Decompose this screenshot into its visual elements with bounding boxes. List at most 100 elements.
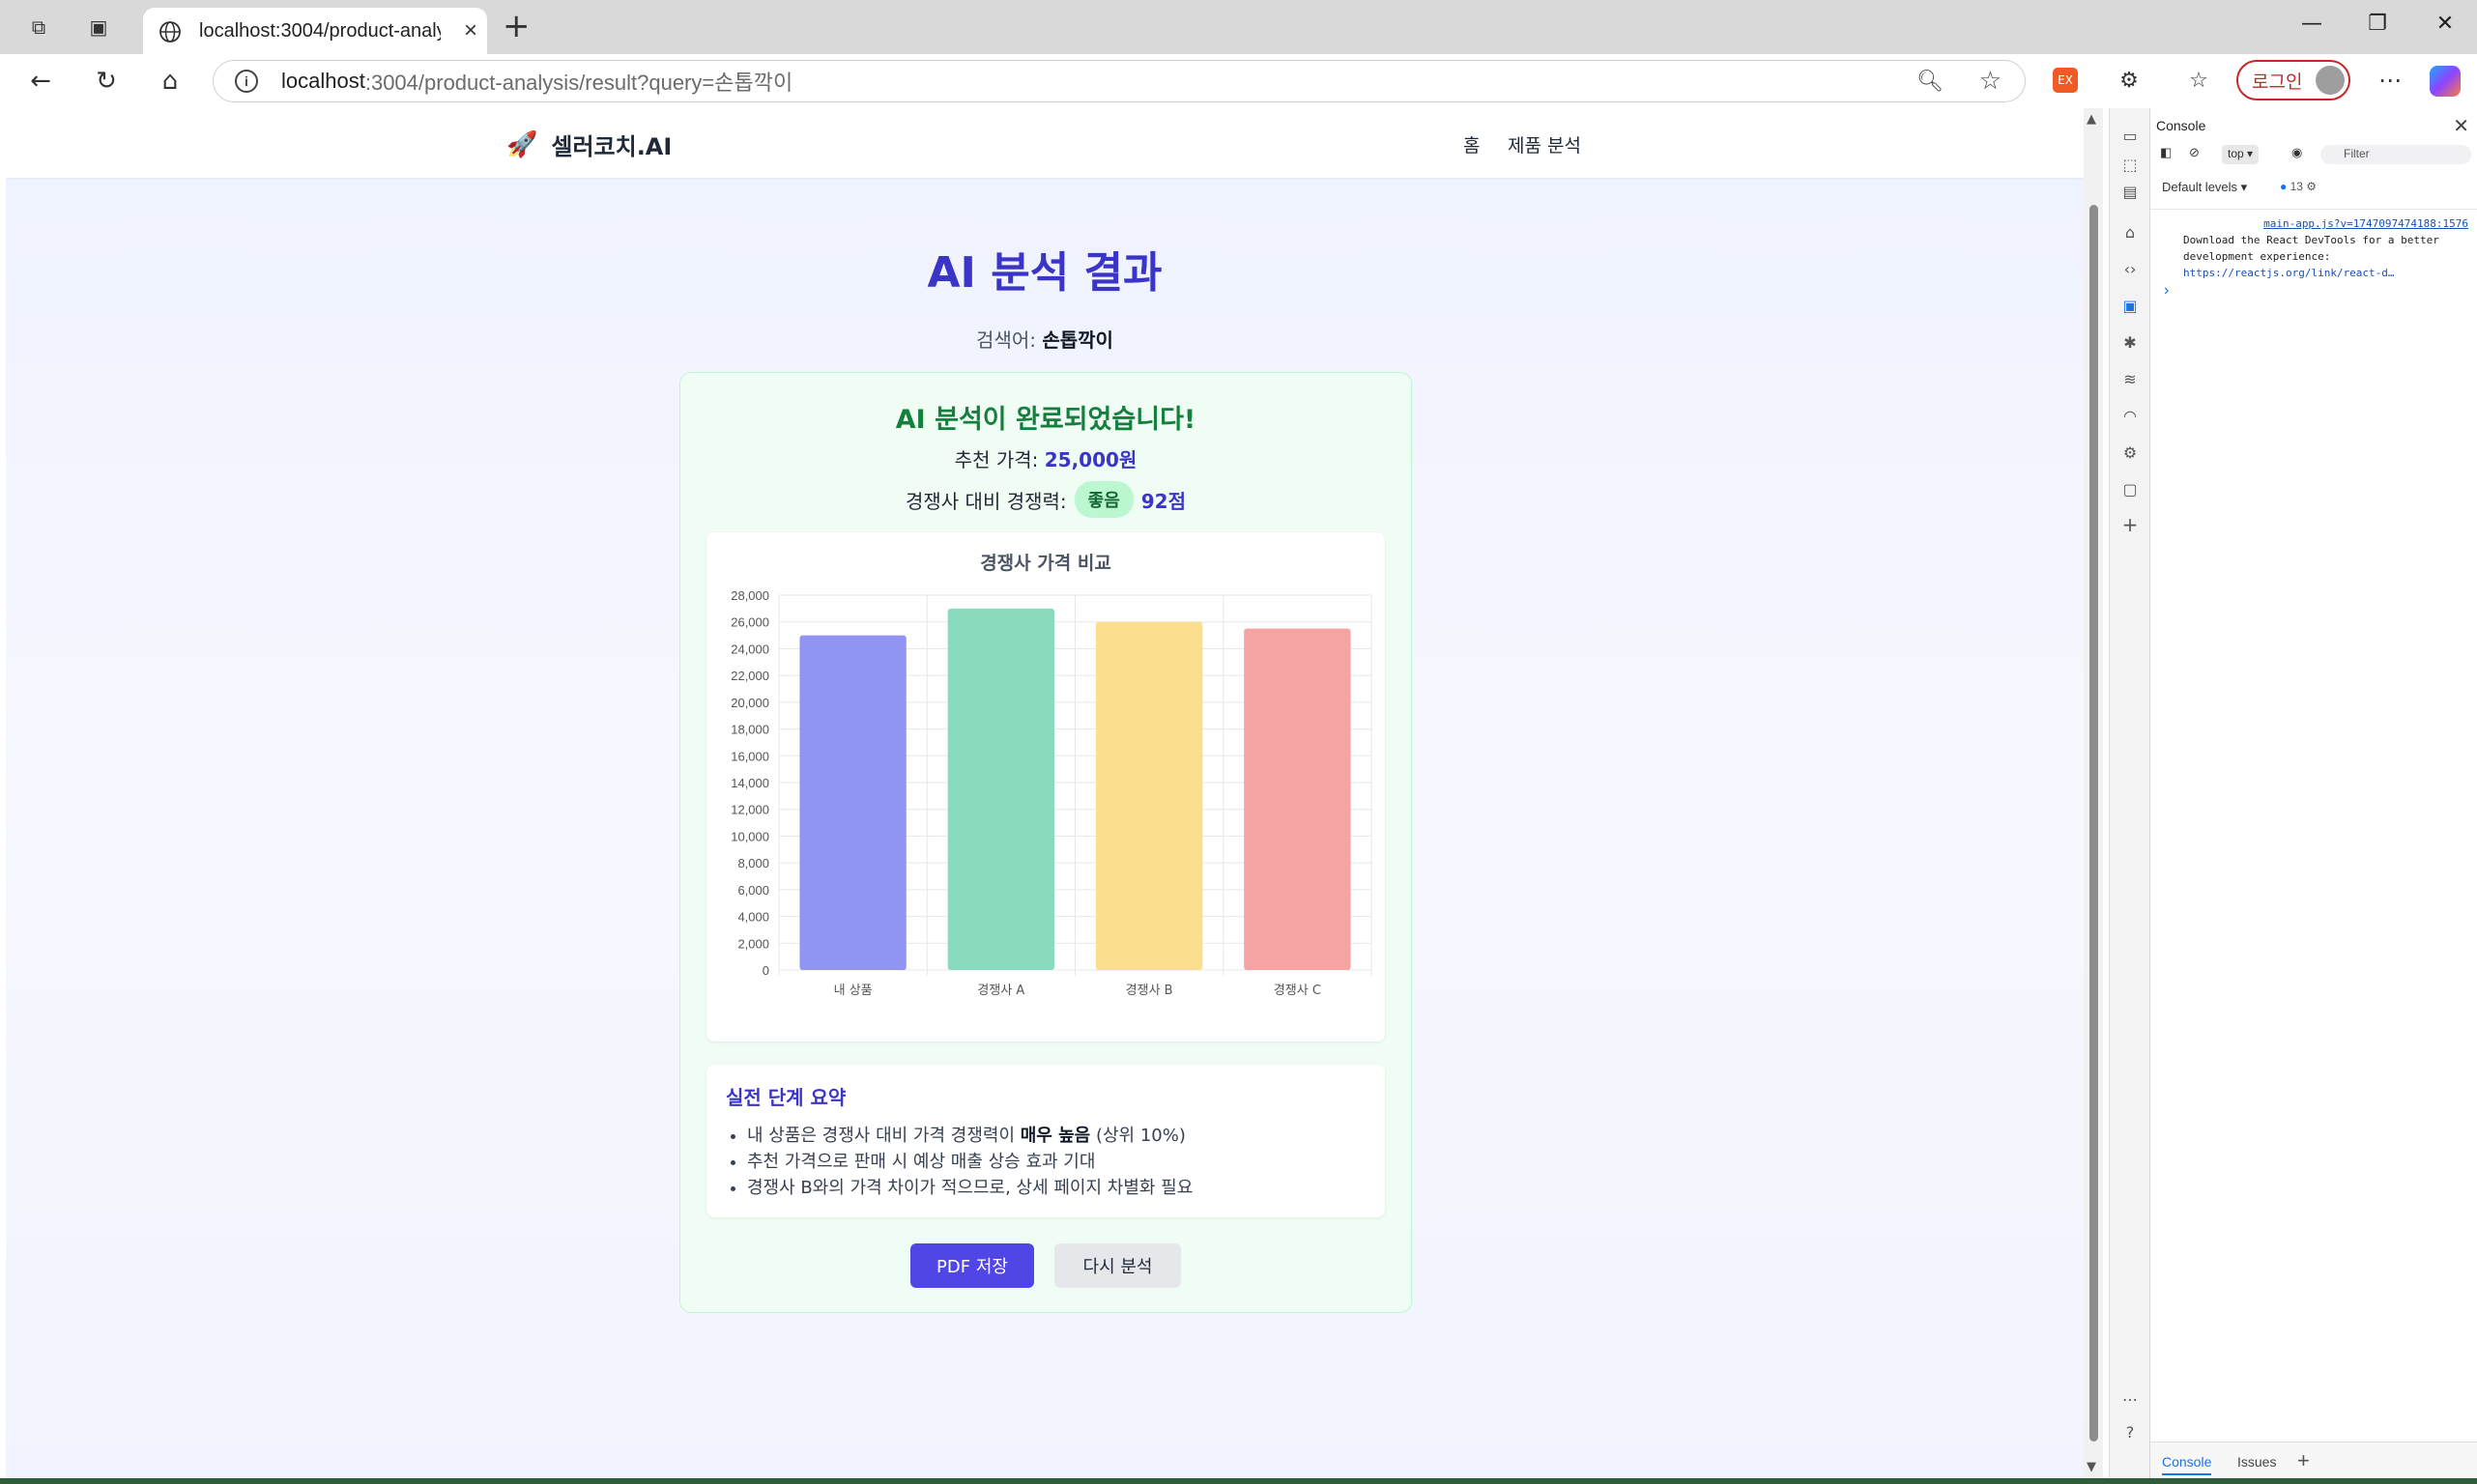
x-tick-label: 내 상품 [834,984,873,998]
competitiveness-line: 경쟁사 대비 경쟁력: 좋음 92점 [680,481,1411,518]
sidebar-toggle-icon[interactable]: ◧ [2160,145,2172,160]
minimize-icon[interactable]: — [2292,12,2331,36]
drawer-tab-issues[interactable]: Issues [2237,1454,2276,1470]
reanalyze-button[interactable]: 다시 분석 [1054,1243,1181,1288]
issues-counter[interactable]: ● 13 ⚙ [2280,180,2317,193]
y-tick-label: 28,000 [731,588,769,603]
back-icon[interactable]: ← [23,64,58,99]
pdf-save-button[interactable]: PDF 저장 [910,1243,1034,1288]
reload-icon[interactable]: ↻ [89,64,124,99]
price-value: 25,000원 [1044,448,1138,471]
log-message: Download the React DevTools for a better… [2183,234,2439,263]
scroll-up-icon[interactable]: ▲ [2087,112,2096,127]
y-tick-label: 10,000 [731,829,769,843]
site-header: 🚀 셀러코치.AI 홈 제품 분석 [6,108,2084,178]
context-select[interactable]: top ▾ [2222,145,2260,164]
address-bar[interactable]: i localhost:3004/product-analysis/result… [213,60,2026,102]
welcome-home-icon[interactable]: ⌂ [2119,222,2141,243]
scroll-down-icon[interactable]: ▼ [2087,1460,2096,1474]
devtools-console-panel: Console ✕ ◧ ⊘ top ▾ ◉ Filter Default lev… [2149,108,2477,1478]
page-scrollbar[interactable]: ▲ ▼ [2084,108,2103,1478]
inspect-icon[interactable]: ⬚ [2119,155,2141,176]
url-host: localhost [281,69,365,93]
scrollbar-thumb[interactable] [2089,205,2098,1441]
zoom-icon[interactable]: 🔍︎ [1916,69,1944,94]
taskbar-edge [0,1478,2477,1484]
completion-message: AI 분석이 완료되었습니다! [895,405,1196,435]
y-tick-label: 0 [763,963,769,978]
log-levels-select[interactable]: Default levels ▾ [2162,180,2247,195]
extension-ex-icon[interactable]: EX [2053,68,2078,93]
console-icon[interactable]: ▣ [2119,296,2141,317]
restore-icon[interactable]: ❐ [2358,12,2397,36]
window-close-icon[interactable]: ✕ [2426,12,2464,36]
console-filter-input[interactable]: Filter [2320,145,2471,164]
x-tick-label: 경쟁사 B [1126,984,1173,998]
drawer-tab-console[interactable]: Console [2162,1454,2212,1475]
rocket-icon: 🚀 [506,129,538,159]
tab-actions-icon[interactable]: ▣ [83,12,114,43]
nav-product-analysis-link[interactable]: 제품 분석 [1508,131,1581,157]
console-toolbar: ◧ ⊘ top ▾ ◉ Filter [2150,143,2477,168]
log-link[interactable]: https://reactjs.org/link/react-d… [2183,267,2395,279]
summary-item-text: 내 상품은 경쟁사 대비 가격 경쟁력이 [747,1126,1021,1146]
help-icon[interactable]: ? [2119,1422,2141,1443]
y-tick-label: 12,000 [731,803,769,817]
list-item: 경쟁사 B와의 가격 차이가 적으므로, 상세 페이지 차별화 필요 [747,1175,1193,1201]
browser-tab-active[interactable]: localhost:3004/product-analysis/r × [143,8,487,54]
home-icon[interactable]: ⌂ [153,64,187,99]
list-item: 추천 가격으로 판매 시 예상 매출 상승 효과 기대 [747,1149,1193,1175]
devtools-close-icon[interactable]: ✕ [2453,114,2469,138]
add-panel-icon[interactable]: + [2119,514,2141,535]
clear-console-icon[interactable]: ⊘ [2189,145,2200,160]
nav-home-link[interactable]: 홈 [1463,131,1480,157]
y-tick-label: 20,000 [731,696,769,710]
drawer-add-tab-icon[interactable]: + [2297,1448,2310,1473]
price-comparison-chart: 경쟁사 가격 비교 0 2,000 4,000 6,000 8,000 10,000 12,0… [706,532,1385,1042]
site-info-icon[interactable]: i [235,70,258,93]
settings-gear-icon[interactable]: ⚙ [2119,442,2141,464]
panel-layout-icon[interactable]: ▤ [2119,182,2141,203]
extension-ex-label: EX [2058,73,2073,87]
chart-bar [1095,621,1203,970]
issues-count: 13 [2290,180,2303,193]
devtools-drawer-tabs: Console Issues + [2150,1441,2477,1478]
workspaces-icon[interactable]: ⧉ [23,12,54,43]
login-label: 로그인 [2252,71,2303,93]
application-icon[interactable]: ▢ [2119,479,2141,500]
favorites-icon[interactable]: ☆ [2186,68,2211,93]
browser-toolbar: ← ↻ ⌂ i localhost:3004/product-analysis/… [0,54,2477,108]
extensions-puzzle-icon[interactable]: ⚙ [2117,68,2142,93]
brand-logo[interactable]: 🚀 셀러코치.AI [506,128,672,161]
more-menu-icon[interactable]: ⋯ [2377,67,2403,94]
console-prompt-icon[interactable]: › [2164,282,2169,300]
login-button[interactable]: 로그인 [2236,60,2350,100]
competitiveness-score: 92점 [1140,489,1186,513]
copilot-icon[interactable] [2430,66,2461,97]
query-line: 검색어: 손톱깍이 [6,325,2084,353]
x-tick-label: 경쟁사 C [1274,984,1321,998]
chart-bar [1244,628,1351,970]
log-source-link[interactable]: main-app.js?v=1747097474188:1576 [2183,215,2468,232]
devtools-activity-bar: ▭ ⬚ ▤ ⌂ ‹› ▣ ✱ ≋ ◠ ⚙ ▢ + ⋯ ? [2109,108,2149,1478]
performance-icon[interactable]: ◠ [2119,406,2141,427]
more-tools-icon[interactable]: ⋯ [2119,1389,2141,1411]
query-value: 손톱깍이 [1042,328,1113,352]
summary-title: 실전 단계 요약 [726,1086,847,1109]
device-toolbar-icon[interactable]: ▭ [2119,126,2141,147]
tab-close-icon[interactable]: × [464,17,477,44]
avatar [2316,66,2345,95]
y-tick-label: 26,000 [731,615,769,630]
page-viewport: 🚀 셀러코치.AI 홈 제품 분석 AI 분석 결과 검색어: 손톱깍이 AI … [6,108,2084,1478]
y-tick-label: 4,000 [737,910,769,925]
elements-code-icon[interactable]: ‹› [2119,259,2141,280]
x-tick-label: 경쟁사 A [977,984,1024,998]
new-tab-icon[interactable]: + [503,10,531,43]
y-tick-label: 2,000 [737,936,769,951]
favorite-star-icon[interactable]: ☆ [1979,66,2002,96]
globe-icon [159,21,181,43]
live-expression-eye-icon[interactable]: ◉ [2291,145,2302,160]
network-wifi-icon[interactable]: ≋ [2119,369,2141,390]
sources-bug-icon[interactable]: ✱ [2119,332,2141,354]
chart-title: 경쟁사 가격 비교 [980,553,1111,574]
